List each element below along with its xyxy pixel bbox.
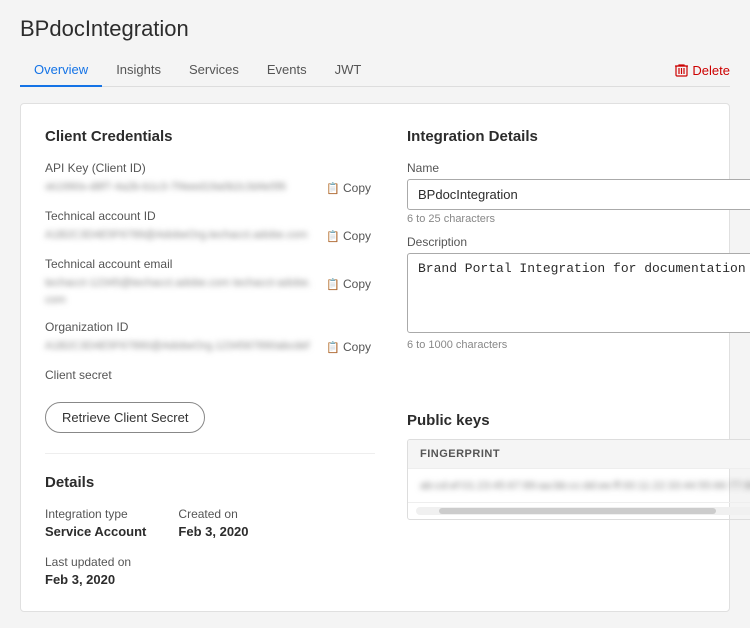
copy-icon-4: 📋 — [326, 341, 340, 354]
fingerprint-col-header: FINGERPRINT — [420, 448, 750, 460]
client-credentials-title: Client Credentials — [45, 128, 375, 145]
details-grid: Integration type Service Account Created… — [45, 507, 375, 539]
copy-icon-2: 📋 — [326, 230, 340, 243]
api-key-label: API Key (Client ID) — [45, 161, 375, 175]
last-updated-item: Last updated on Feb 3, 2020 — [45, 555, 375, 587]
description-hint: 6 to 1000 characters — [407, 339, 750, 351]
tech-email-row: techacct-12345@techacct.adobe.com techac… — [45, 275, 375, 308]
integration-type-item: Integration type Service Account — [45, 507, 146, 539]
copy-api-key-button[interactable]: 📋 Copy — [322, 179, 375, 197]
org-id-row: A1B2C3D4E5F67890@AdobeOrg.1234567890abcd… — [45, 338, 375, 356]
public-keys-section: Public keys FINGERPRINT EXPIRY DATE ab:c… — [407, 412, 750, 561]
copy-icon: 📋 — [326, 182, 340, 195]
copy-org-id-button[interactable]: 📋 Copy — [322, 338, 375, 356]
nav-bar: Overview Insights Services Events JWT De… — [20, 54, 730, 87]
retrieve-client-secret-button[interactable]: Retrieve Client Secret — [45, 402, 205, 433]
main-card: Client Credentials API Key (Client ID) x… — [20, 103, 730, 612]
tab-jwt[interactable]: JWT — [321, 54, 376, 87]
nav-tabs: Overview Insights Services Events JWT — [20, 54, 375, 86]
tab-events[interactable]: Events — [253, 54, 321, 87]
api-key-row: xk1990s-d8f7-4a2b-b1c3-7f4eed19a0b2c3d4e… — [45, 179, 375, 197]
add-public-key-row: Add a public key — [407, 530, 750, 561]
description-label: Description — [407, 235, 750, 249]
tech-account-id-row: A1B2C3D4E5F6789@AdobeOrg.techacct.adobe.… — [45, 227, 375, 245]
pk-table-header: FINGERPRINT EXPIRY DATE — [408, 440, 750, 468]
tech-email-value: techacct-12345@techacct.adobe.com techac… — [45, 275, 314, 308]
pk-scrollbar-track — [439, 508, 716, 514]
trash-icon — [675, 63, 688, 77]
api-key-value: xk1990s-d8f7-4a2b-b1c3-7f4eed19a0b2c3d4e… — [45, 179, 314, 196]
tab-insights[interactable]: Insights — [102, 54, 175, 87]
org-id-label: Organization ID — [45, 320, 375, 334]
last-updated-label: Last updated on — [45, 555, 375, 569]
org-id-value: A1B2C3D4E5F67890@AdobeOrg.1234567890abcd… — [45, 338, 314, 355]
pk-row: ab:cd:ef:01:23:45:67:89:aa:bb:cc:dd:ee:f… — [408, 468, 750, 502]
name-input[interactable] — [407, 179, 750, 210]
tab-overview[interactable]: Overview — [20, 54, 102, 87]
delete-button[interactable]: Delete — [675, 55, 730, 86]
tab-services[interactable]: Services — [175, 54, 253, 87]
created-on-value: Feb 3, 2020 — [178, 524, 248, 539]
integration-type-label: Integration type — [45, 507, 146, 521]
tech-account-id-label: Technical account ID — [45, 209, 375, 223]
details-title: Details — [45, 474, 375, 491]
public-keys-title: Public keys — [407, 412, 750, 429]
right-panel: Integration Details Name 6 to 25 charact… — [407, 128, 750, 587]
copy-icon-3: 📋 — [326, 278, 340, 291]
update-btn-row: Update — [407, 361, 750, 392]
copy-tech-account-id-button[interactable]: 📋 Copy — [322, 227, 375, 245]
pk-scrollbar — [416, 507, 750, 515]
page-title: BPdocIntegration — [20, 16, 730, 42]
copy-tech-email-button[interactable]: 📋 Copy — [322, 275, 375, 293]
tech-email-label: Technical account email — [45, 257, 375, 271]
created-on-item: Created on Feb 3, 2020 — [178, 507, 248, 539]
last-updated-value: Feb 3, 2020 — [45, 572, 375, 587]
integration-type-value: Service Account — [45, 524, 146, 539]
name-hint: 6 to 25 characters — [407, 213, 750, 225]
tech-account-id-value: A1B2C3D4E5F6789@AdobeOrg.techacct.adobe.… — [45, 227, 314, 244]
pk-scrollbar-row — [408, 502, 750, 519]
name-label: Name — [407, 161, 750, 175]
page-wrapper: BPdocIntegration Overview Insights Servi… — [0, 0, 750, 628]
divider — [45, 453, 375, 454]
integration-details-title: Integration Details — [407, 128, 750, 145]
public-keys-table: FINGERPRINT EXPIRY DATE ab:cd:ef:01:23:4… — [407, 439, 750, 520]
description-textarea[interactable]: Brand Portal Integration for documentati… — [407, 253, 750, 333]
created-on-label: Created on — [178, 507, 248, 521]
pk-fingerprint-value: ab:cd:ef:01:23:45:67:89:aa:bb:cc:dd:ee:f… — [420, 480, 750, 492]
left-panel: Client Credentials API Key (Client ID) x… — [45, 128, 375, 587]
client-secret-label: Client secret — [45, 368, 375, 382]
